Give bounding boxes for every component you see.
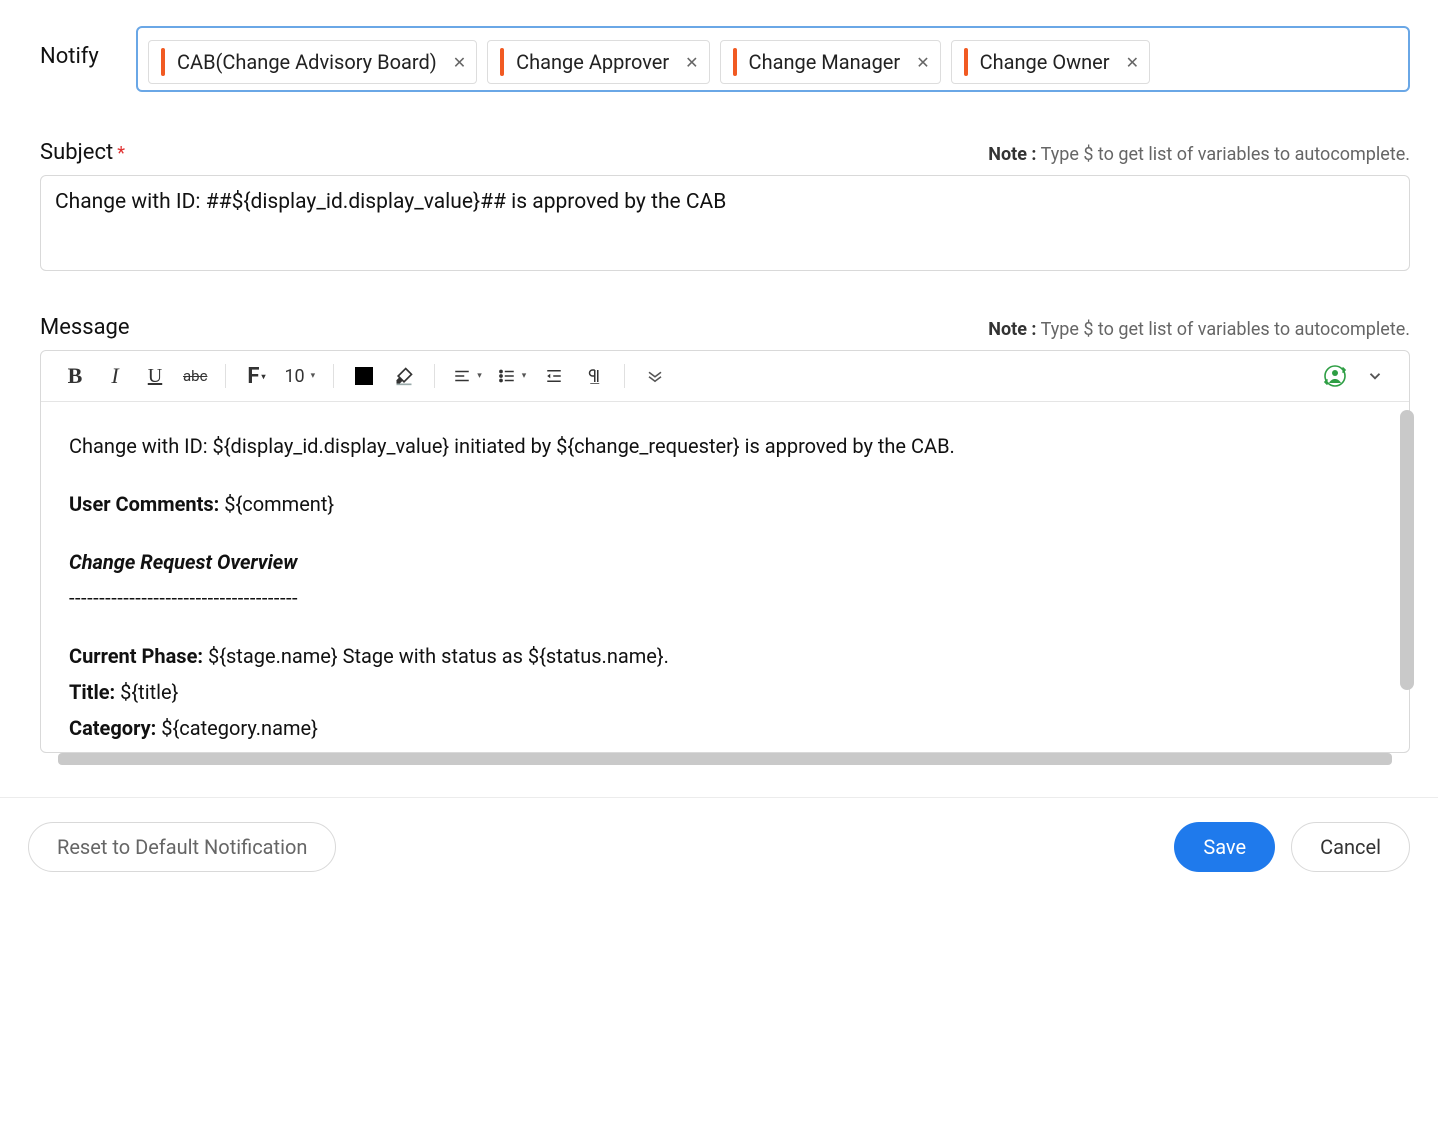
- collapse-toolbar-icon[interactable]: [1357, 359, 1393, 393]
- horizontal-scrollbar[interactable]: [58, 753, 1392, 769]
- separator: [434, 364, 435, 388]
- body-line: Change Request Overview: [69, 546, 1381, 578]
- tag-bar: [733, 48, 737, 76]
- cancel-button[interactable]: Cancel: [1291, 822, 1410, 872]
- placeholder-user-icon[interactable]: [1317, 359, 1353, 393]
- notify-tag[interactable]: CAB(Change Advisory Board) ✕: [148, 40, 477, 84]
- message-editor: B I U abc F 10: [40, 350, 1410, 753]
- body-line: --------------------------------------: [69, 582, 1381, 614]
- bold-button[interactable]: B: [57, 359, 93, 393]
- notify-tags-box[interactable]: CAB(Change Advisory Board) ✕ Change Appr…: [136, 26, 1410, 92]
- message-note: Note : Type $ to get list of variables t…: [988, 319, 1410, 340]
- underline-button[interactable]: U: [137, 359, 173, 393]
- tag-bar: [500, 48, 504, 76]
- tag-label: CAB(Change Advisory Board): [177, 50, 437, 74]
- separator: [624, 364, 625, 388]
- body-line: User Comments: ${comment}: [69, 488, 1381, 520]
- more-tools-button[interactable]: [637, 359, 673, 393]
- align-picker[interactable]: [447, 359, 488, 393]
- remove-tag-icon[interactable]: ✕: [1126, 53, 1139, 72]
- body-line: Sub-Category: ${subcategory.name}: [69, 748, 1381, 752]
- outdent-button[interactable]: [536, 359, 572, 393]
- tag-label: Change Owner: [980, 50, 1110, 74]
- strikethrough-button[interactable]: abc: [177, 359, 213, 393]
- required-indicator: *: [117, 143, 125, 164]
- subject-label: Subject*: [40, 140, 125, 165]
- subject-note: Note : Type $ to get list of variables t…: [988, 144, 1410, 165]
- paragraph-direction-button[interactable]: [576, 359, 612, 393]
- remove-tag-icon[interactable]: ✕: [685, 53, 698, 72]
- subject-input[interactable]: [40, 175, 1410, 271]
- editor-toolbar: B I U abc F 10: [41, 351, 1409, 402]
- italic-button[interactable]: I: [97, 359, 133, 393]
- notify-tag[interactable]: Change Owner ✕: [951, 40, 1150, 84]
- notify-tag[interactable]: Change Manager ✕: [720, 40, 941, 84]
- message-label: Message: [40, 315, 130, 340]
- highlight-color-picker[interactable]: [386, 359, 422, 393]
- separator: [225, 364, 226, 388]
- notify-label: Notify: [40, 26, 136, 69]
- body-line: Current Phase: ${stage.name} Stage with …: [69, 640, 1381, 672]
- tag-bar: [964, 48, 968, 76]
- body-line: Change with ID: ${display_id.display_val…: [69, 430, 1381, 462]
- message-body[interactable]: Change with ID: ${display_id.display_val…: [41, 402, 1409, 752]
- tag-label: Change Approver: [516, 50, 669, 74]
- body-line: Title: ${title}: [69, 676, 1381, 708]
- vertical-scrollbar[interactable]: [1400, 410, 1414, 690]
- text-color-picker[interactable]: [346, 359, 382, 393]
- remove-tag-icon[interactable]: ✕: [453, 53, 466, 72]
- tag-label: Change Manager: [749, 50, 901, 74]
- save-button[interactable]: Save: [1174, 822, 1275, 872]
- separator: [333, 364, 334, 388]
- list-picker[interactable]: [492, 359, 533, 393]
- font-family-picker[interactable]: F: [238, 359, 274, 393]
- body-line: Category: ${category.name}: [69, 712, 1381, 744]
- notify-tag[interactable]: Change Approver ✕: [487, 40, 709, 84]
- remove-tag-icon[interactable]: ✕: [916, 53, 929, 72]
- tag-bar: [161, 48, 165, 76]
- font-size-picker[interactable]: 10: [278, 359, 321, 393]
- reset-button[interactable]: Reset to Default Notification: [28, 822, 336, 872]
